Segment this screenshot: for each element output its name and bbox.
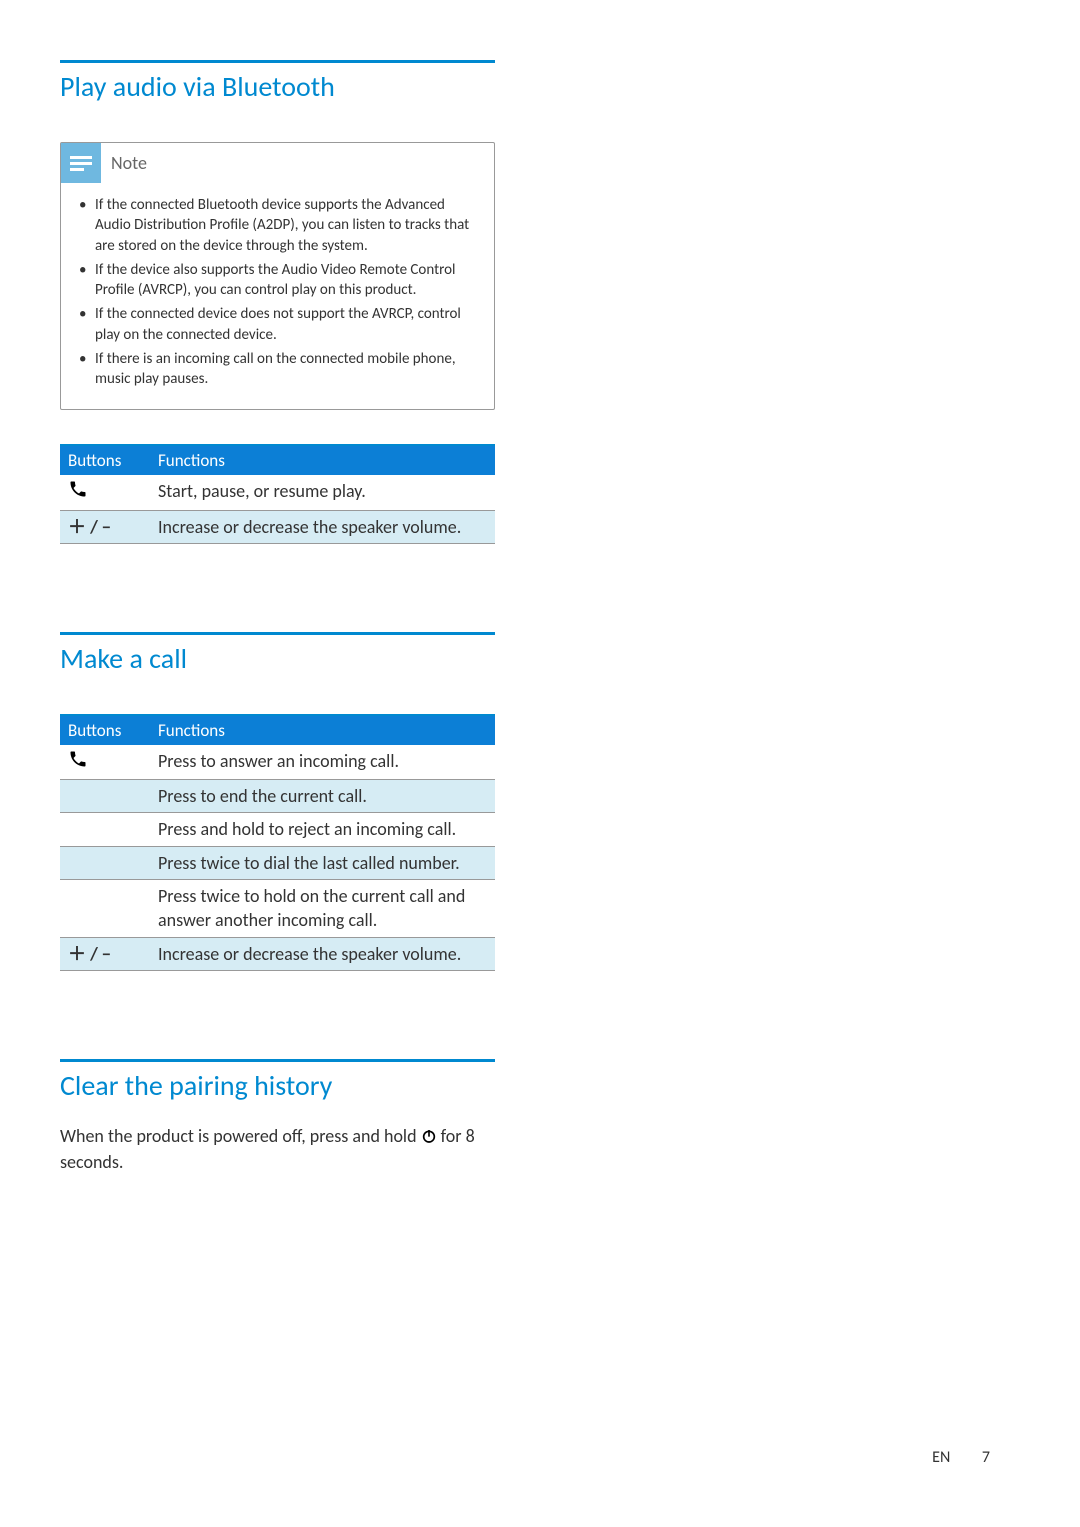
note-item: If the connected Bluetooth device suppor… bbox=[95, 195, 480, 256]
button-cell-plus-minus: ＋ / − bbox=[60, 937, 150, 970]
function-cell: Increase or decrease the speaker volume. bbox=[150, 937, 495, 970]
phone-icon bbox=[68, 479, 88, 505]
note-item: If the connected device does not support… bbox=[95, 304, 480, 345]
body-text-before: When the product is powered off, press a… bbox=[60, 1125, 421, 1147]
function-cell: Press twice to dial the last called numb… bbox=[150, 846, 495, 879]
power-icon bbox=[421, 1128, 437, 1144]
note-item: If the device also supports the Audio Vi… bbox=[95, 260, 480, 301]
function-cell: Increase or decrease the speaker volume. bbox=[150, 510, 495, 543]
phone-icon bbox=[68, 749, 88, 775]
function-cell: Press and hold to reject an incoming cal… bbox=[150, 813, 495, 846]
section-divider bbox=[60, 60, 495, 63]
clear-pairing-body: When the product is powered off, press a… bbox=[60, 1123, 495, 1175]
table-header-buttons: Buttons bbox=[60, 715, 150, 745]
table-row: Press to answer an incoming call. bbox=[60, 745, 495, 780]
function-cell: Press to end the current call. bbox=[150, 780, 495, 813]
section-title-clear-pairing: Clear the pairing history bbox=[60, 1068, 495, 1103]
note-box: Note If the connected Bluetooth device s… bbox=[60, 142, 495, 410]
table-row: ＋ / − Increase or decrease the speaker v… bbox=[60, 937, 495, 970]
footer-page-number: 7 bbox=[982, 1448, 990, 1467]
section-title-play-audio: Play audio via Bluetooth bbox=[60, 69, 495, 104]
button-cell-empty bbox=[60, 880, 150, 938]
button-cell-empty bbox=[60, 846, 150, 879]
button-cell-phone bbox=[60, 475, 150, 510]
buttons-functions-table-audio: Buttons Functions Start, pause, or resum… bbox=[60, 444, 495, 544]
buttons-functions-table-call: Buttons Functions Press to answer an inc… bbox=[60, 714, 495, 971]
button-cell-plus-minus: ＋ / − bbox=[60, 510, 150, 543]
function-cell: Press twice to hold on the current call … bbox=[150, 880, 495, 938]
section-divider bbox=[60, 1059, 495, 1062]
function-cell: Press to answer an incoming call. bbox=[150, 745, 495, 780]
note-icon bbox=[61, 143, 101, 183]
note-list: If the connected Bluetooth device suppor… bbox=[75, 195, 480, 389]
table-row: Press to end the current call. bbox=[60, 780, 495, 813]
button-cell-empty bbox=[60, 780, 150, 813]
table-row: Press twice to dial the last called numb… bbox=[60, 846, 495, 879]
note-label: Note bbox=[111, 152, 147, 174]
table-row: Start, pause, or resume play. bbox=[60, 475, 495, 510]
table-row: Press and hold to reject an incoming cal… bbox=[60, 813, 495, 846]
section-divider bbox=[60, 632, 495, 635]
table-row: Press twice to hold on the current call … bbox=[60, 880, 495, 938]
table-row: ＋ / − Increase or decrease the speaker v… bbox=[60, 510, 495, 543]
section-title-make-call: Make a call bbox=[60, 641, 495, 676]
button-cell-empty bbox=[60, 813, 150, 846]
note-item: If there is an incoming call on the conn… bbox=[95, 349, 480, 390]
table-header-buttons: Buttons bbox=[60, 445, 150, 475]
table-header-functions: Functions bbox=[150, 445, 495, 475]
function-cell: Start, pause, or resume play. bbox=[150, 475, 495, 510]
button-cell-phone bbox=[60, 745, 150, 780]
footer-lang: EN bbox=[932, 1448, 950, 1467]
table-header-functions: Functions bbox=[150, 715, 495, 745]
page-footer: EN 7 bbox=[932, 1448, 990, 1467]
